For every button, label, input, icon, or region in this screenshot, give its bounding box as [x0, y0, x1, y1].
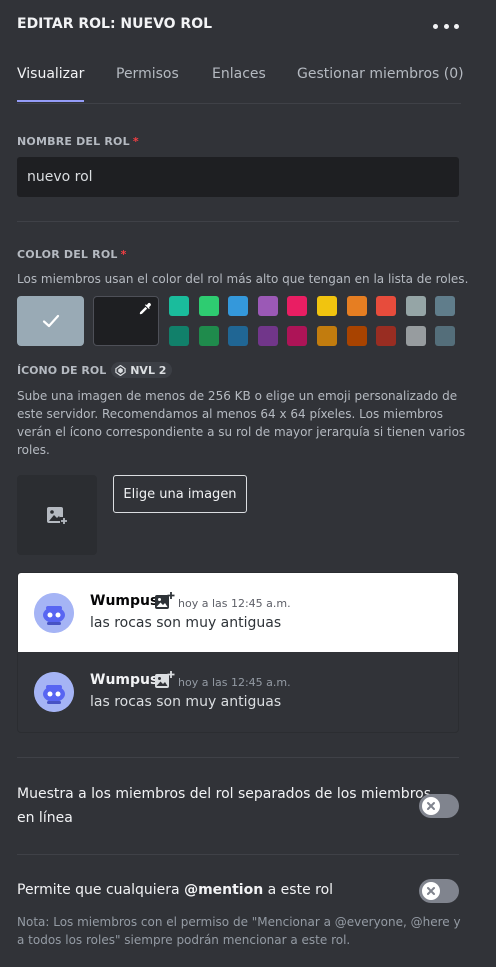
message-timestamp: hoy a las 12:45 a.m. — [178, 597, 291, 610]
role-icon-upload[interactable] — [17, 475, 97, 555]
color-swatch[interactable] — [317, 326, 337, 346]
color-swatch[interactable] — [376, 326, 397, 346]
role-name-label: NOMBRE DEL ROL * — [17, 135, 139, 148]
role-name-input[interactable] — [17, 157, 459, 197]
message-timestamp: hoy a las 12:45 a.m. — [178, 676, 291, 689]
active-tab-indicator — [17, 100, 84, 102]
color-swatch[interactable] — [198, 296, 219, 316]
color-swatch[interactable] — [435, 296, 456, 316]
role-icon-label-row: ÍCONO DE ROL NVL 2 — [17, 362, 173, 378]
role-icon-placeholder — [155, 592, 175, 609]
color-swatch[interactable] — [287, 296, 308, 316]
role-icon-placeholder — [155, 671, 175, 688]
role-icon-description: Sube una imagen de menos de 256 KB o eli… — [17, 389, 466, 457]
color-swatch[interactable] — [169, 326, 189, 346]
boost-gem-icon — [115, 364, 126, 376]
mentionable-toggle[interactable] — [419, 879, 459, 903]
message-author: Wumpus — [90, 672, 159, 688]
color-swatch[interactable] — [257, 296, 278, 316]
color-swatch[interactable] — [435, 326, 456, 346]
wumpus-avatar-icon — [34, 593, 74, 633]
default-color-swatch[interactable] — [17, 296, 84, 346]
color-swatch[interactable] — [405, 296, 426, 316]
custom-color-picker[interactable] — [93, 296, 159, 346]
toggle-knob — [422, 882, 440, 900]
color-swatch[interactable] — [228, 296, 249, 316]
preview-message-dark: Wumpus hoy a las 12:45 a.m. las rocas so… — [18, 652, 458, 731]
hoist-setting-label: Muestra a los miembros del rol separados… — [17, 786, 432, 826]
preview-message-light: Wumpus hoy a las 12:45 a.m. las rocas so… — [18, 573, 458, 652]
color-swatch[interactable] — [169, 296, 189, 316]
required-asterisk: * — [132, 135, 139, 148]
mentionable-setting-label: Permite que cualquiera @mention a este r… — [17, 882, 334, 898]
hoist-toggle[interactable] — [419, 794, 459, 818]
color-swatch[interactable] — [198, 326, 219, 346]
message-text: las rocas son muy antiguas — [90, 615, 282, 631]
boost-level-badge: NVL 2 — [111, 362, 173, 378]
role-icon-label: ÍCONO DE ROL — [17, 363, 107, 377]
close-icon — [427, 887, 435, 895]
more-dots-icon[interactable] — [433, 14, 459, 38]
color-swatch[interactable] — [317, 296, 337, 316]
tab-permisos[interactable]: Permisos — [116, 66, 179, 82]
color-swatch[interactable] — [346, 326, 367, 346]
toggle-knob — [422, 797, 440, 815]
choose-image-button[interactable]: Elige una imagen — [113, 475, 247, 513]
modal-header: EDITAR ROL: NUEVO ROL — [17, 14, 461, 38]
message-text: las rocas son muy antiguas — [90, 694, 282, 710]
wumpus-avatar-icon — [34, 672, 74, 712]
role-color-label: COLOR DEL ROL * — [17, 248, 127, 261]
tab-enlaces[interactable]: Enlaces — [212, 66, 266, 82]
tab-visualizar[interactable]: Visualizar — [17, 66, 84, 82]
tab-gestionar-miembros[interactable]: Gestionar miembros (0) — [297, 66, 464, 82]
avatar — [34, 672, 74, 712]
mentionable-note: Nota: Los miembros con el permiso de "Me… — [17, 915, 461, 947]
color-swatch[interactable] — [287, 326, 308, 346]
required-asterisk: * — [120, 248, 127, 261]
color-swatch[interactable] — [228, 326, 249, 346]
color-swatch[interactable] — [257, 326, 278, 346]
avatar — [34, 593, 74, 633]
image-add-icon — [47, 507, 68, 525]
page-title: EDITAR ROL: NUEVO ROL — [17, 16, 213, 32]
check-icon — [42, 314, 59, 328]
eyedropper-icon — [139, 302, 151, 315]
tab-bar: Visualizar Permisos Enlaces Gestionar mi… — [17, 64, 464, 104]
divider — [17, 221, 459, 222]
boost-level-text: NVL 2 — [130, 363, 167, 377]
role-preview: Wumpus hoy a las 12:45 a.m. las rocas so… — [17, 572, 459, 733]
close-icon — [427, 802, 435, 810]
color-swatch[interactable] — [376, 296, 397, 316]
divider — [17, 757, 459, 758]
color-swatch[interactable] — [346, 296, 367, 316]
color-swatch[interactable] — [405, 326, 426, 346]
message-author: Wumpus — [90, 593, 159, 609]
role-color-description: Los miembros usan el color del rol más a… — [17, 272, 469, 286]
divider — [17, 854, 459, 855]
